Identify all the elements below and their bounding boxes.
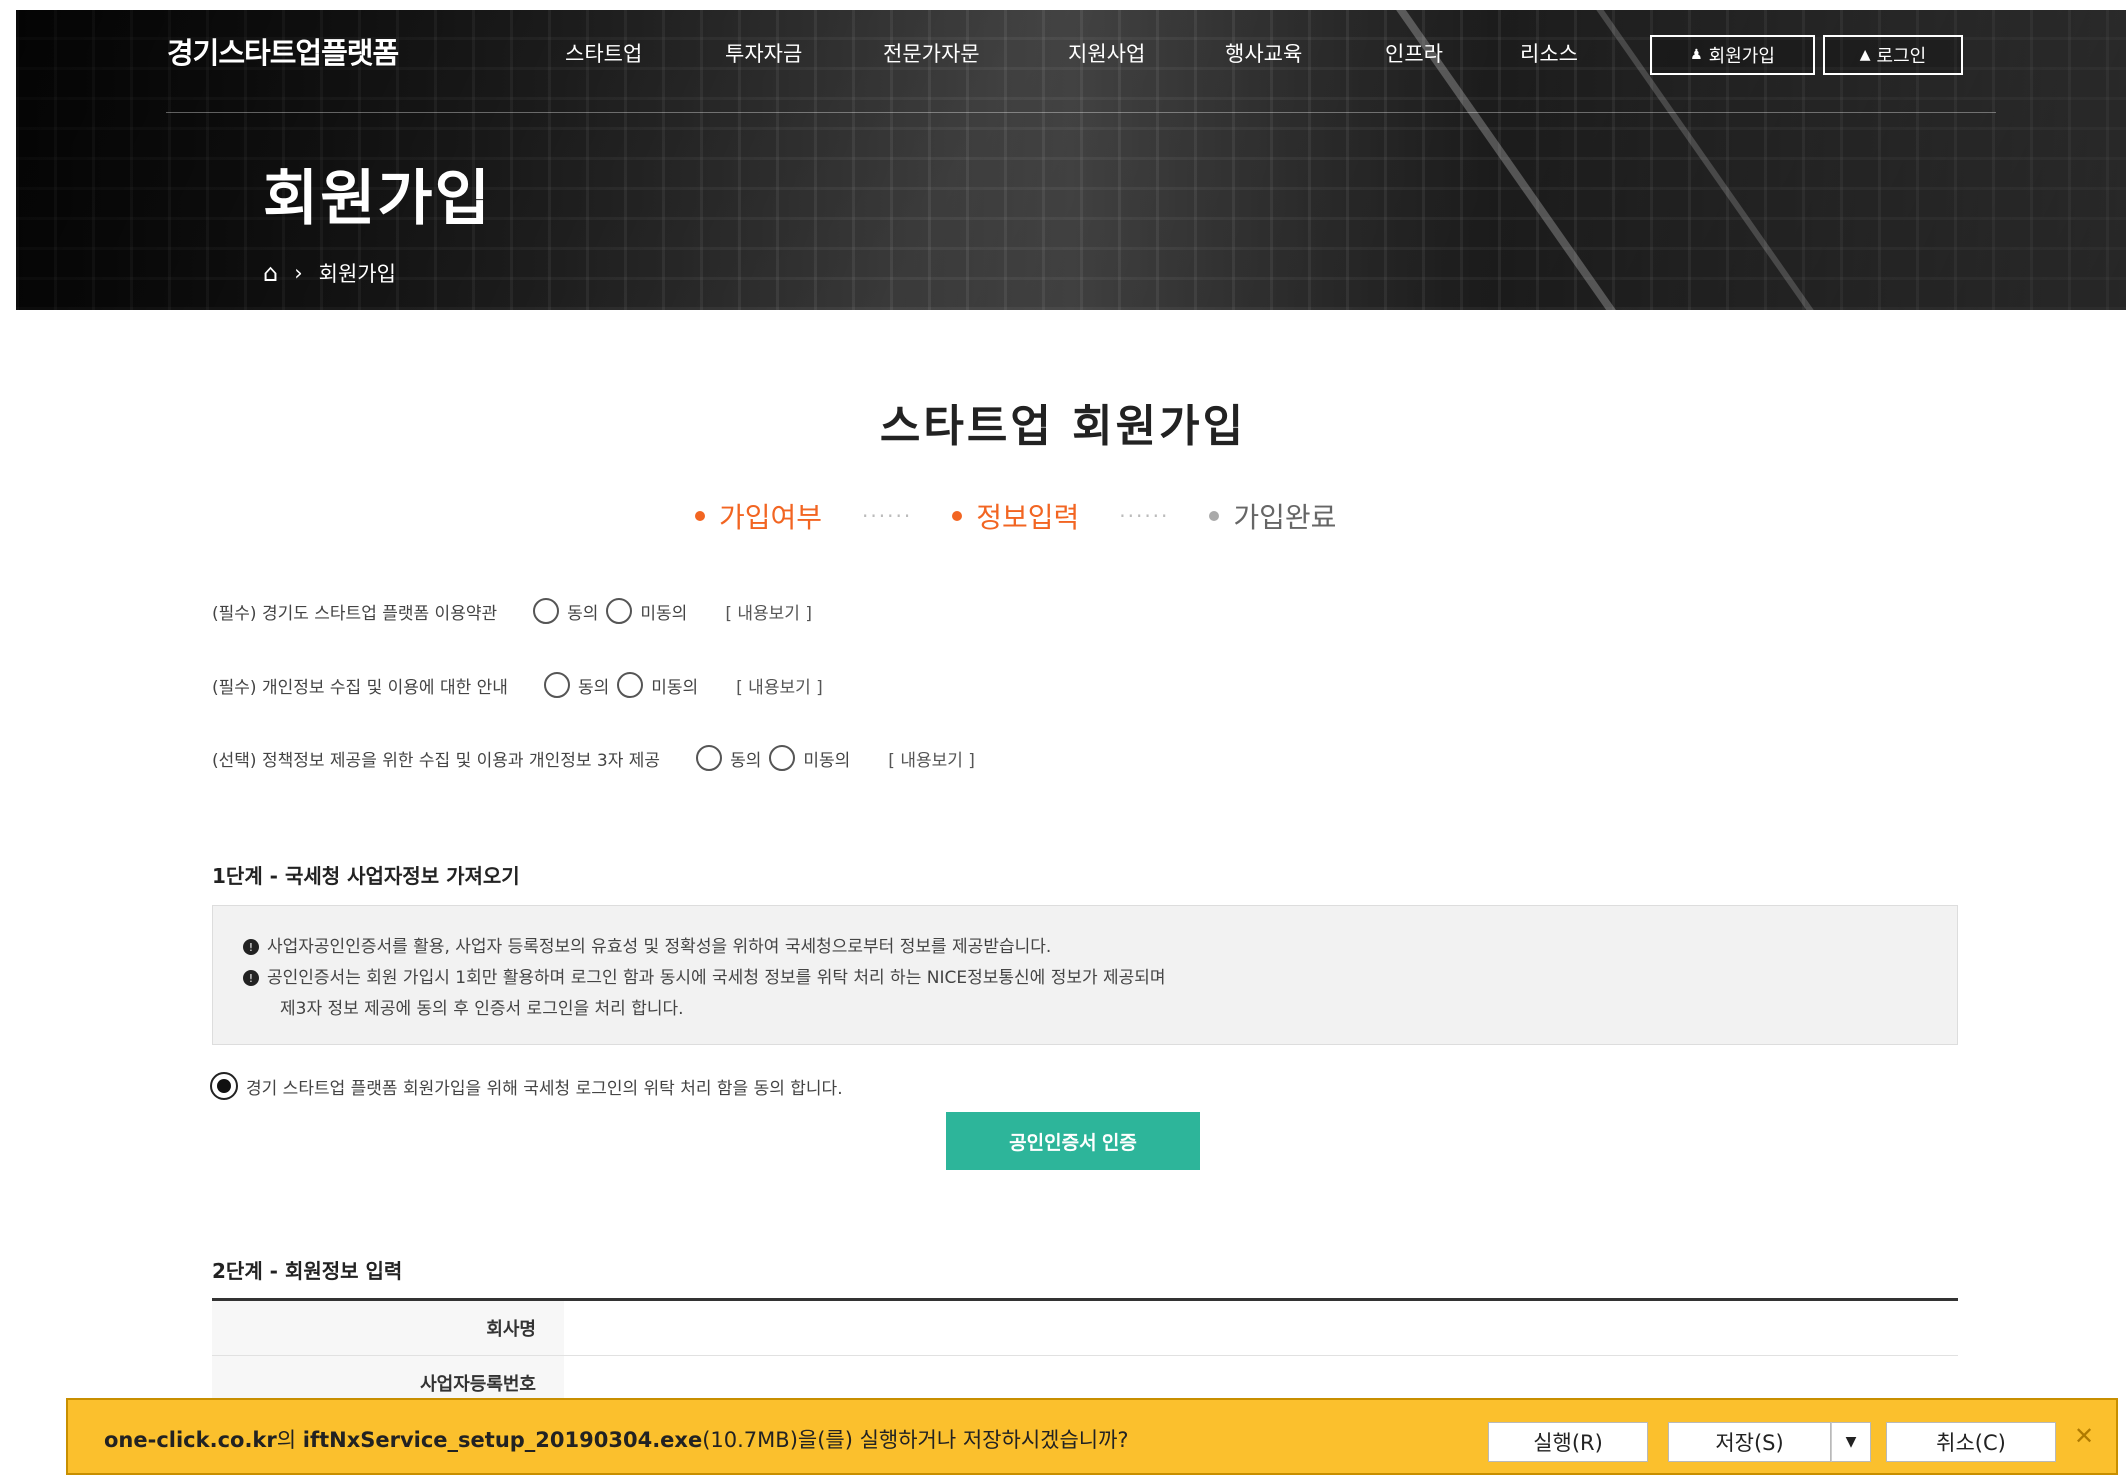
step-dot-icon bbox=[952, 511, 963, 521]
download-size: (10.7MB) bbox=[702, 1428, 798, 1452]
nav-item-startup[interactable]: 스타트업 bbox=[565, 38, 725, 68]
step-info: 정보입력 bbox=[952, 496, 1079, 536]
agreement-label: (필수) 경기도 스타트업 플랫폼 이용약관 bbox=[212, 603, 498, 624]
disagree-radio[interactable] bbox=[769, 745, 796, 771]
agree-radio[interactable] bbox=[696, 745, 723, 771]
agreement-label: (필수) 개인정보 수집 및 이용에 대한 안내 bbox=[212, 677, 508, 698]
info-text: 공인인증서는 회원 가입시 1회만 활용하며 로그인 함과 동시에 국세청 정보… bbox=[267, 968, 1166, 988]
download-particle: 의 bbox=[276, 1428, 303, 1452]
agreement-terms: (필수) 경기도 스타트업 플랫폼 이용약관 동의 미동의 [ 내용보기 ] bbox=[212, 598, 812, 624]
step-label: 가입여부 bbox=[719, 501, 823, 534]
nav-item-investment[interactable]: 투자자금 bbox=[725, 38, 883, 68]
save-button[interactable]: 저장(S) bbox=[1668, 1422, 1831, 1462]
view-content-link[interactable]: [ 내용보기 ] bbox=[736, 673, 823, 698]
step-dot-icon bbox=[1209, 511, 1220, 521]
info-icon: ! bbox=[243, 939, 259, 955]
step-dot-icon bbox=[695, 511, 705, 521]
chevron-right-icon: › bbox=[294, 261, 303, 285]
page-hero-title: 회원가입 bbox=[263, 164, 492, 234]
header-divider bbox=[166, 112, 1996, 113]
nav-item-support[interactable]: 지원사업 bbox=[1068, 38, 1225, 68]
disagree-label: 미동의 bbox=[803, 750, 851, 771]
info-text: 제3자 정보 제공에 동의 후 인증서 로그인을 처리 합니다. bbox=[280, 999, 684, 1019]
certificate-auth-button[interactable]: 공인인증서 인증 bbox=[946, 1112, 1200, 1170]
agree-label: 동의 bbox=[567, 603, 599, 624]
step-label: 가입완료 bbox=[1233, 501, 1337, 534]
step-agreement: 가입여부 bbox=[695, 496, 822, 536]
company-name-field[interactable] bbox=[564, 1301, 1958, 1355]
field-label-company: 회사명 bbox=[212, 1301, 564, 1355]
agree-radio[interactable] bbox=[533, 598, 560, 624]
run-button[interactable]: 실행(R) bbox=[1488, 1422, 1648, 1462]
nav-item-infra[interactable]: 인프라 bbox=[1385, 38, 1520, 68]
login-button[interactable]: ▲ 로그인 bbox=[1823, 35, 1963, 75]
user-icon: ♟ bbox=[1690, 47, 1703, 63]
step1-heading: 1단계 - 국세청 사업자정보 가져오기 bbox=[212, 864, 520, 888]
disagree-label: 미동의 bbox=[640, 603, 688, 624]
download-filename: iftNxService_setup_20190304.exe bbox=[302, 1428, 703, 1452]
info-line: ! 사업자공인인증서를 활용, 사업자 등록정보의 유효성 및 정확성을 위하여… bbox=[243, 932, 1927, 963]
disagree-label: 미동의 bbox=[651, 677, 699, 698]
progress-steps: 가입여부 ······ 정보입력 ······ 가입완료 bbox=[695, 496, 1336, 536]
download-message: one-click.co.kr의 iftNxService_setup_2019… bbox=[104, 1424, 1129, 1454]
breadcrumb: ⌂ › 회원가입 bbox=[263, 258, 396, 288]
cancel-button[interactable]: 취소(C) bbox=[1886, 1422, 2056, 1462]
agree-label: 동의 bbox=[577, 677, 610, 698]
home-icon[interactable]: ⌂ bbox=[263, 259, 278, 287]
download-question: 을(를) 실행하거나 저장하시겠습니까? bbox=[797, 1428, 1129, 1452]
info-text: 사업자공인인증서를 활용, 사업자 등록정보의 유효성 및 정확성을 위하여 국… bbox=[267, 937, 1052, 957]
disagree-radio[interactable] bbox=[606, 598, 633, 624]
disagree-radio[interactable] bbox=[617, 672, 644, 698]
agreement-privacy: (필수) 개인정보 수집 및 이용에 대한 안내 동의 미동의 [ 내용보기 ] bbox=[212, 672, 823, 698]
step-separator: ······ bbox=[862, 504, 913, 528]
agreement-label: (선택) 정책정보 제공을 위한 수집 및 이용과 개인정보 3자 제공 bbox=[212, 750, 661, 771]
nav-item-consulting[interactable]: 전문가자문 bbox=[883, 38, 1068, 68]
save-options-dropdown[interactable]: ▼ bbox=[1831, 1422, 1871, 1462]
agree-label: 동의 bbox=[730, 750, 762, 771]
login-button-label: 로그인 bbox=[1876, 46, 1927, 67]
step-complete: 가입완료 bbox=[1209, 496, 1336, 536]
site-logo[interactable]: 경기스타트업플랫폼 bbox=[167, 30, 399, 72]
main-nav: 스타트업 투자자금 전문가자문 지원사업 행사교육 인프라 리소스 bbox=[565, 38, 1630, 68]
view-content-link[interactable]: [ 내용보기 ] bbox=[888, 746, 975, 771]
download-site: one-click.co.kr bbox=[104, 1428, 277, 1452]
download-notification-bar: one-click.co.kr의 iftNxService_setup_2019… bbox=[66, 1398, 2118, 1475]
nts-consent: 경기 스타트업 플랫폼 회원가입을 위해 국세청 로그인의 위탁 처리 함을 동… bbox=[210, 1072, 843, 1100]
info-line: ! 공인인증서는 회원 가입시 1회만 활용하며 로그인 함과 동시에 국세청 … bbox=[243, 963, 1927, 994]
member-info-form: 회사명 사업자등록번호 bbox=[212, 1298, 1958, 1411]
chevron-down-icon: ▼ bbox=[1845, 1434, 1857, 1450]
nav-item-resources[interactable]: 리소스 bbox=[1520, 38, 1630, 68]
step-separator: ······ bbox=[1119, 504, 1170, 528]
nav-item-events[interactable]: 행사교육 bbox=[1225, 38, 1385, 68]
breadcrumb-current: 회원가입 bbox=[318, 262, 396, 286]
info-icon: ! bbox=[243, 970, 259, 986]
form-row: 회사명 bbox=[212, 1301, 1958, 1356]
info-box: ! 사업자공인인증서를 활용, 사업자 등록정보의 유효성 및 정확성을 위하여… bbox=[212, 905, 1958, 1045]
step2-heading: 2단계 - 회원정보 입력 bbox=[212, 1259, 403, 1283]
agreement-third-party: (선택) 정책정보 제공을 위한 수집 및 이용과 개인정보 3자 제공 동의 … bbox=[212, 745, 975, 771]
page-title: 스타트업 회원가입 bbox=[879, 401, 1247, 452]
close-icon[interactable]: ✕ bbox=[2074, 1422, 2094, 1450]
step-label: 정보입력 bbox=[976, 501, 1080, 534]
join-button-label: 회원가입 bbox=[1708, 46, 1775, 67]
consent-label: 경기 스타트업 플랫폼 회원가입을 위해 국세청 로그인의 위탁 처리 함을 동… bbox=[246, 1078, 843, 1099]
consent-radio[interactable] bbox=[210, 1072, 238, 1100]
view-content-link[interactable]: [ 내용보기 ] bbox=[725, 599, 812, 624]
agree-radio[interactable] bbox=[543, 672, 570, 698]
join-button[interactable]: ♟ 회원가입 bbox=[1650, 35, 1815, 75]
lock-icon: ▲ bbox=[1859, 47, 1871, 63]
